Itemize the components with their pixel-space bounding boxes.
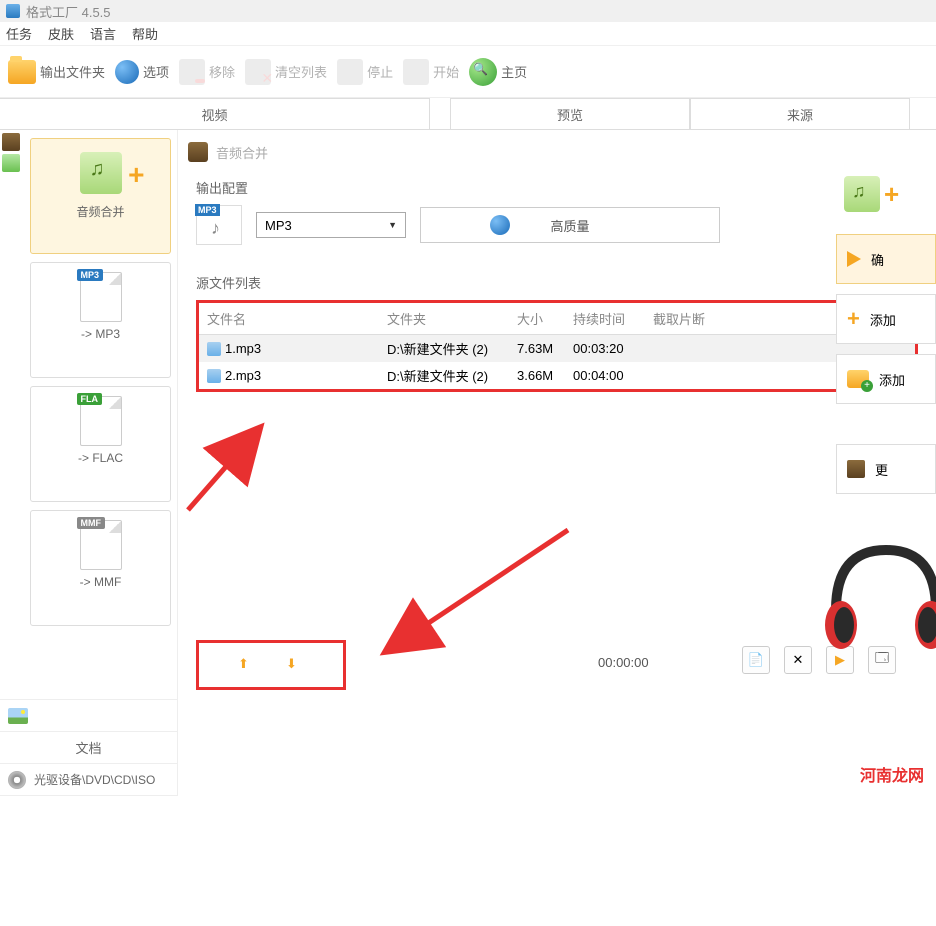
annotation-arrow-icon — [178, 400, 438, 520]
source-list-label: 源文件列表 — [196, 273, 936, 292]
format-badge-icon — [196, 205, 242, 245]
tab-video[interactable]: 视频 — [0, 98, 430, 129]
change-button[interactable]: 更 — [836, 444, 936, 494]
quality-button[interactable]: 高质量 — [420, 207, 720, 243]
tab-source[interactable]: 来源 — [690, 98, 910, 129]
plus-icon: + — [847, 306, 860, 332]
stop-button[interactable]: 停止 — [337, 59, 393, 85]
move-buttons-highlight: ⬆ ⬇ — [196, 640, 346, 690]
format-dropdown[interactable]: MP3 — [256, 212, 406, 238]
music-icon — [844, 176, 880, 212]
nav-disc[interactable]: 光驱设备\DVD\CD\ISO — [0, 764, 177, 796]
audio-merge-dialog: 音频合并 输出配置 MP3 高质量 源文件列表 文件名 文件夹 大小 — [178, 140, 936, 392]
file-icon: FLA — [80, 396, 122, 446]
title-bar: 格式工厂 4.5.5 — [0, 0, 936, 22]
plus-icon: + — [128, 159, 144, 191]
folder-plus-icon — [847, 370, 869, 388]
start-icon — [403, 59, 429, 85]
file-icon: MP3 — [80, 272, 122, 322]
total-duration: 00:00:00 — [598, 655, 649, 670]
format-audio-merge[interactable]: + 音频合并 — [30, 138, 171, 254]
tab-bar: 视频 预览 来源 — [0, 98, 936, 130]
move-up-button[interactable]: ⬆ — [238, 656, 256, 674]
tab-preview[interactable]: 预览 — [450, 98, 690, 129]
clear-icon — [245, 59, 271, 85]
menu-help[interactable]: 帮助 — [132, 24, 158, 43]
content-area: 音频合并 输出配置 MP3 高质量 源文件列表 文件名 文件夹 大小 — [178, 130, 936, 796]
add-file-button[interactable]: + 添加 — [836, 294, 936, 344]
file-table: 文件名 文件夹 大小 持续时间 截取片断 1.mp3 D:\新建文件夹 (2) … — [196, 300, 918, 392]
add-folder-button[interactable]: 添加 — [836, 354, 936, 404]
format-mmf[interactable]: MMF -> MMF — [30, 510, 171, 626]
right-panel: + 确 + 添加 添加 更 — [836, 164, 936, 494]
menu-task[interactable]: 任务 — [6, 24, 32, 43]
headphones-image — [816, 520, 936, 660]
audio-category-icon[interactable] — [2, 154, 20, 172]
ok-button[interactable]: 确 — [836, 234, 936, 284]
format-mp3[interactable]: MP3 -> MP3 — [30, 262, 171, 378]
dialog-icon — [188, 142, 208, 162]
remove-icon — [179, 59, 205, 85]
stop-icon — [337, 59, 363, 85]
plus-icon: + — [884, 179, 899, 210]
output-folder-button[interactable]: 输出文件夹 — [8, 60, 105, 84]
move-down-button[interactable]: ⬇ — [286, 656, 304, 674]
table-header: 文件名 文件夹 大小 持续时间 截取片断 — [199, 303, 915, 335]
home-icon — [469, 58, 497, 86]
app-title: 格式工厂 4.5.5 — [26, 2, 111, 21]
film-icon — [847, 460, 865, 478]
quality-icon — [490, 215, 510, 235]
table-row[interactable]: 2.mp3 D:\新建文件夹 (2) 3.66M 00:04:00 — [199, 362, 915, 389]
nav-picture[interactable] — [0, 700, 177, 732]
home-button[interactable]: 主页 — [469, 58, 527, 86]
table-row[interactable]: 1.mp3 D:\新建文件夹 (2) 7.63M 00:03:20 — [199, 335, 915, 362]
start-button[interactable]: 开始 — [403, 59, 459, 85]
remove-file-button[interactable]: 📄 — [742, 646, 770, 674]
options-icon — [115, 60, 139, 84]
file-row-icon — [207, 342, 221, 356]
menu-lang[interactable]: 语言 — [90, 24, 116, 43]
file-row-icon — [207, 369, 221, 383]
options-button[interactable]: 选项 — [115, 60, 169, 84]
play-icon — [847, 251, 861, 267]
output-config-label: 输出配置 — [196, 178, 936, 197]
video-category-icon[interactable] — [2, 133, 20, 151]
sidebar: + 音频合并 MP3 -> MP3 FLA -> FLAC MMF — [0, 130, 178, 796]
folder-icon — [8, 60, 36, 84]
dialog-title: 音频合并 — [216, 143, 268, 162]
remove-button[interactable]: 移除 — [179, 59, 235, 85]
nav-document[interactable]: 文档 — [0, 732, 177, 764]
clear-button[interactable]: 清空列表 — [245, 59, 327, 85]
toolbar: 输出文件夹 选项 移除 清空列表 停止 开始 主页 — [0, 46, 936, 98]
picture-icon — [8, 708, 28, 724]
watermark: 河南龙网 — [860, 762, 924, 786]
delete-file-button[interactable]: ✕ — [784, 646, 812, 674]
menu-skin[interactable]: 皮肤 — [48, 24, 74, 43]
annotation-arrow-icon — [328, 520, 588, 680]
music-icon — [80, 152, 122, 194]
file-icon: MMF — [80, 520, 122, 570]
app-icon — [6, 4, 20, 18]
menu-bar: 任务 皮肤 语言 帮助 — [0, 22, 936, 46]
format-flac[interactable]: FLA -> FLAC — [30, 386, 171, 502]
